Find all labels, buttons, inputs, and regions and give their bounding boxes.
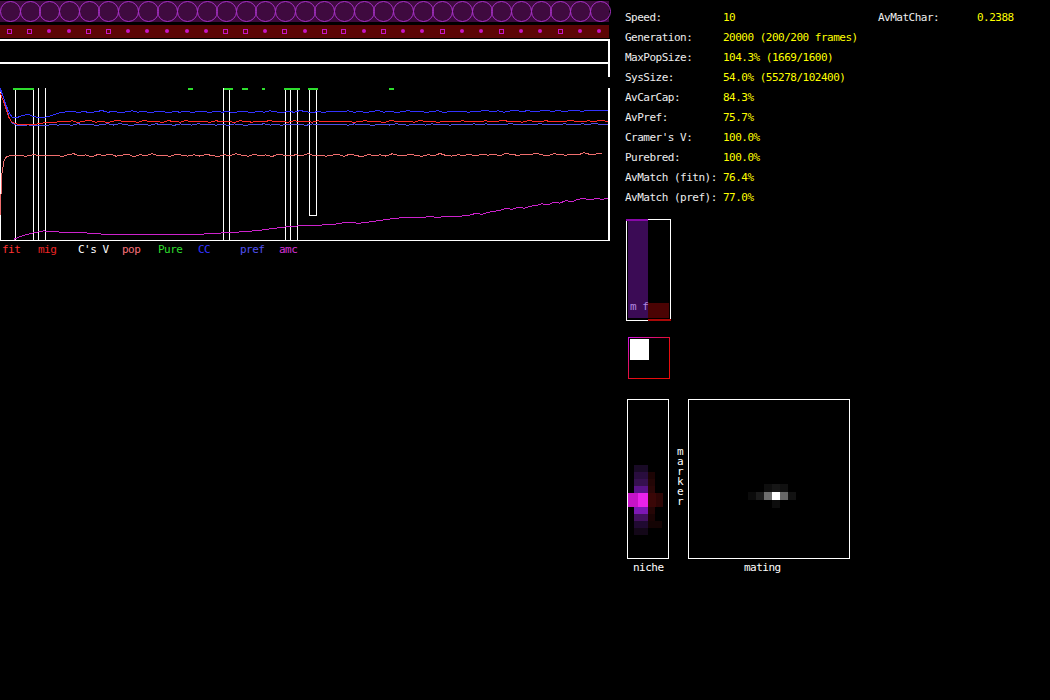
- legend-item-CC: CC: [198, 243, 210, 256]
- marker-axis-letter: r: [677, 495, 683, 508]
- sex-ratio-bottom-accent: [648, 319, 671, 321]
- heatmap-cell: [772, 484, 780, 492]
- legend-item-Pure: Pure: [158, 243, 183, 256]
- stat-label: Cramer's V:: [625, 131, 692, 144]
- stat-label: Generation:: [625, 31, 692, 44]
- history-chart: [0, 0, 1050, 700]
- female-bar: [648, 303, 669, 318]
- heatmap-cell: [780, 484, 788, 492]
- stat-value: 100.0%: [723, 131, 760, 144]
- heatmap-cell: [634, 514, 648, 521]
- stat-label: AvCarCap:: [625, 91, 680, 104]
- heatmap-cell: [656, 493, 663, 507]
- mating-label: mating: [744, 561, 781, 574]
- heatmap-cell: [648, 493, 656, 507]
- match-cell: [630, 339, 649, 360]
- stat-value: 75.7%: [723, 111, 754, 124]
- stat-label: AvMatChar:: [878, 11, 939, 24]
- sex-ratio-top-accent: [626, 219, 648, 221]
- series-line-CC: [0, 88, 608, 118]
- stat-label: AvPref:: [625, 111, 668, 124]
- heatmap-cell: [634, 507, 648, 514]
- stat-value: 0.2388: [977, 11, 1014, 24]
- mating-heatmap-box: [688, 399, 850, 559]
- stat-value: 76.4%: [723, 171, 754, 184]
- stat-value: 100.0%: [723, 151, 760, 164]
- stat-value: 20000 (200/200 frames): [723, 31, 858, 44]
- legend-item-fit: fit: [2, 243, 20, 256]
- series-line-fit: [0, 93, 608, 125]
- heatmap-cell: [628, 493, 638, 507]
- heatmap-cell: [648, 521, 662, 528]
- heatmap-cell: [772, 500, 780, 508]
- heatmap-cell: [648, 514, 655, 521]
- match-heatmap-widget: [628, 337, 670, 379]
- niche-label: niche: [633, 561, 664, 574]
- sex-ratio-label: m f: [630, 300, 648, 313]
- stat-value: 10: [723, 11, 735, 24]
- heatmap-cell: [748, 492, 756, 500]
- heatmap-cell: [648, 507, 655, 514]
- stat-label: SysSize:: [625, 71, 674, 84]
- heatmap-cell: [634, 465, 648, 472]
- stat-label: MaxPopSize:: [625, 51, 692, 64]
- stat-value: 77.0%: [723, 191, 754, 204]
- heatmap-cell: [638, 493, 648, 507]
- heatmap-cell: [764, 484, 772, 492]
- heatmap-cell: [648, 479, 655, 486]
- heatmap-cell: [634, 479, 648, 486]
- legend-item-pref: pref: [240, 243, 265, 256]
- stat-value: 54.0% (55278/102400): [723, 71, 845, 84]
- stat-label: Purebred:: [625, 151, 680, 164]
- stat-value: 104.3% (1669/1600): [723, 51, 833, 64]
- heatmap-cell: [634, 521, 648, 528]
- alife-simulation-window: { "top_strip": { "bg": "#3f0a3f", "circl…: [0, 0, 1050, 700]
- heatmap-cell: [648, 472, 655, 479]
- series-line-pop: [0, 153, 602, 216]
- sex-ratio-widget: m f: [626, 219, 671, 321]
- heatmap-cell: [634, 486, 648, 493]
- legend-item-CsV: C's V: [78, 243, 109, 256]
- heatmap-cell: [772, 492, 780, 500]
- legend-item-pop: pop: [122, 243, 140, 256]
- heatmap-cell: [764, 492, 772, 500]
- heatmap-cell: [634, 528, 648, 535]
- match-heatmap-area: [629, 338, 669, 378]
- legend-item-amc: amc: [279, 243, 297, 256]
- stat-label: AvMatch (pref):: [625, 191, 717, 204]
- stat-label: Speed:: [625, 11, 662, 24]
- legend-item-mig: mig: [38, 243, 56, 256]
- heatmap-cell: [780, 492, 788, 500]
- stat-label: AvMatch (fitn):: [625, 171, 717, 184]
- heatmap-cell: [634, 472, 648, 479]
- heatmap-cell: [756, 492, 764, 500]
- stat-value: 84.3%: [723, 91, 754, 104]
- heatmap-cell: [788, 492, 796, 500]
- series-line-amc: [14, 198, 608, 239]
- heatmap-cell: [648, 486, 655, 493]
